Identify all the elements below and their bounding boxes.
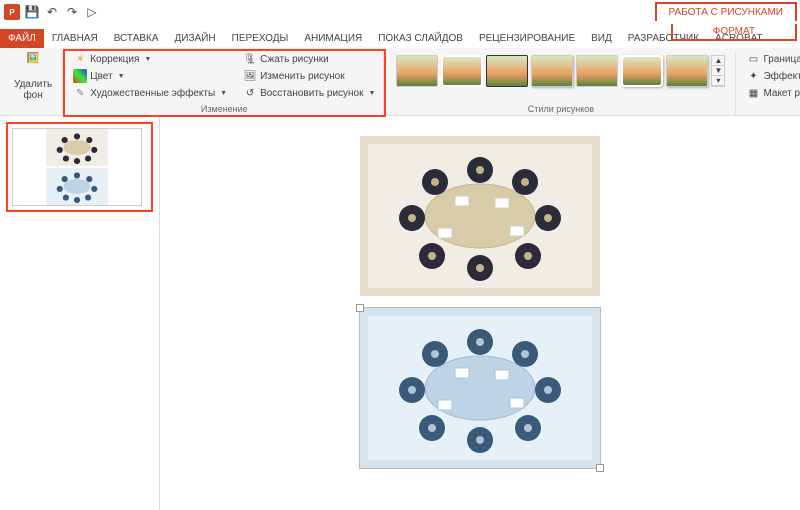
- style-thumb[interactable]: [441, 55, 483, 87]
- tab-view[interactable]: ВИД: [583, 29, 620, 48]
- tab-format[interactable]: ФОРМАТ: [671, 24, 797, 41]
- tab-transitions[interactable]: ПЕРЕХОДЫ: [224, 29, 297, 48]
- sun-icon: ☀: [73, 52, 87, 66]
- slide-canvas[interactable]: [160, 116, 800, 510]
- redo-icon[interactable]: ↷: [64, 4, 80, 20]
- color-button[interactable]: Цвет▼: [71, 68, 229, 84]
- remove-bg-icon: 🖼️: [21, 53, 45, 77]
- tab-insert[interactable]: ВСТАВКА: [106, 29, 167, 48]
- group-picture-format: ▭Граница рисунка▼ ✦Эффекты для рисунка▼ …: [738, 51, 800, 115]
- reset-icon: ↺: [243, 86, 257, 100]
- chevron-down-icon: ▼: [369, 90, 376, 97]
- ribbon: 🖼️ Удалить фон ☀Коррекция▼ Цвет▼ ✎Художе…: [0, 48, 800, 116]
- picture-original[interactable]: [360, 136, 600, 296]
- layout-icon: ▦: [746, 86, 760, 100]
- thumb-image-1: [13, 129, 141, 166]
- chevron-down-icon: ▼: [220, 90, 227, 97]
- undo-icon[interactable]: ↶: [44, 4, 60, 20]
- thumb-image-2: [13, 168, 141, 205]
- style-thumb[interactable]: [531, 55, 573, 87]
- tab-animation[interactable]: АНИМАЦИЯ: [296, 29, 370, 48]
- change-picture-icon: 🖼: [243, 69, 257, 83]
- chevron-down-icon: ▼: [118, 73, 125, 80]
- quick-access-toolbar: P 💾 ↶ ↷ ▷: [4, 4, 100, 20]
- effects-icon: ✦: [746, 69, 760, 83]
- start-slideshow-icon[interactable]: ▷: [84, 4, 100, 20]
- compress-icon: 🗜: [243, 52, 257, 66]
- group-label-adjust: Изменение: [65, 104, 383, 114]
- slide-thumbnail[interactable]: 1: [8, 124, 151, 210]
- artistic-effects-button[interactable]: ✎Художественные эффекты▼: [71, 85, 229, 101]
- reset-picture-button[interactable]: ↺Восстановить рисунок▼: [241, 85, 377, 101]
- group-label-styles: Стили рисунков: [386, 104, 735, 114]
- group-remove-bg: 🖼️ Удалить фон: [4, 51, 63, 115]
- app-logo-icon: P: [4, 4, 20, 20]
- tab-slideshow[interactable]: ПОКАЗ СЛАЙДОВ: [370, 29, 471, 48]
- tab-file[interactable]: ФАЙЛ: [0, 29, 44, 48]
- tab-home[interactable]: ГЛАВНАЯ: [44, 29, 106, 48]
- style-thumb[interactable]: [576, 55, 618, 87]
- ribbon-tabs: ФАЙЛ ГЛАВНАЯ ВСТАВКА ДИЗАЙН ПЕРЕХОДЫ АНИ…: [0, 24, 800, 48]
- style-thumb[interactable]: [396, 55, 438, 87]
- change-picture-button[interactable]: 🖼Изменить рисунок: [241, 68, 377, 84]
- context-tab-title: РАБОТА С РИСУНКАМИ: [655, 2, 797, 21]
- chevron-down-icon: ▼: [144, 56, 151, 63]
- compress-pictures-button[interactable]: 🗜Сжать рисунки: [241, 51, 377, 67]
- group-adjust: ☀Коррекция▼ Цвет▼ ✎Художественные эффект…: [65, 51, 384, 115]
- gallery-more-button[interactable]: ▲▼▾: [711, 55, 725, 87]
- style-thumb[interactable]: [666, 55, 708, 87]
- border-icon: ▭: [746, 52, 760, 66]
- remove-bg-label: Удалить фон: [14, 79, 52, 101]
- picture-layout-button[interactable]: ▦Макет рисунка▼: [744, 85, 800, 101]
- style-thumb[interactable]: [621, 55, 663, 87]
- picture-styles-gallery[interactable]: ▲▼▾: [392, 51, 729, 87]
- group-picture-styles: ▲▼▾ Стили рисунков: [386, 51, 736, 115]
- save-icon[interactable]: 💾: [24, 4, 40, 20]
- style-thumb[interactable]: [486, 55, 528, 87]
- workspace: 1: [0, 116, 800, 510]
- picture-effects-button[interactable]: ✦Эффекты для рисунка▼: [744, 68, 800, 84]
- slide-thumbnails-panel: 1: [0, 116, 160, 510]
- brush-icon: ✎: [73, 86, 87, 100]
- picture-border-button[interactable]: ▭Граница рисунка▼: [744, 51, 800, 67]
- corrections-button[interactable]: ☀Коррекция▼: [71, 51, 229, 67]
- color-icon: [73, 69, 87, 83]
- picture-recolored[interactable]: [360, 308, 600, 468]
- slide: [290, 136, 670, 480]
- tab-design[interactable]: ДИЗАЙН: [167, 29, 224, 48]
- tab-review[interactable]: РЕЦЕНЗИРОВАНИЕ: [471, 29, 583, 48]
- remove-background-button[interactable]: 🖼️ Удалить фон: [10, 51, 56, 103]
